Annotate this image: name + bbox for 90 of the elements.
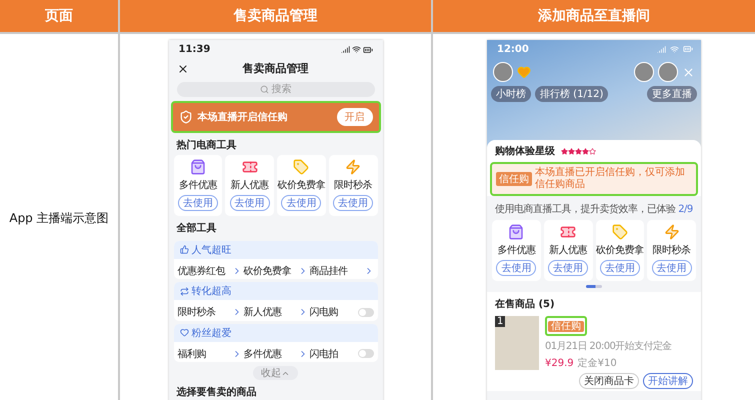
ticket-icon (242, 158, 258, 175)
wifi-icon (352, 44, 360, 54)
tool-label: 多件优惠 (244, 348, 282, 361)
product-index: 1 (495, 316, 506, 327)
use-button[interactable]: 去使用 (178, 194, 218, 211)
avatar (493, 62, 513, 82)
tool-label: 闪电购 (310, 306, 338, 320)
thumbs-up-icon (180, 245, 188, 254)
group-title: 粉丝超爱 (192, 326, 232, 340)
explain-button[interactable]: 开始讲解 (643, 373, 693, 389)
page-dots (586, 285, 602, 288)
tool-card[interactable]: 多件优惠 去使用 (492, 220, 541, 281)
banner-title: 本场直播开启信任购 (198, 110, 288, 124)
close-card-button[interactable]: 关闭商品卡 (579, 373, 639, 389)
schedule-text: 01月21日 20:00开始支付定金 (545, 340, 673, 353)
trust-badge: 信任购 (548, 321, 584, 332)
tool-label: 多件优惠 (497, 244, 536, 257)
tool-card[interactable]: 新人优惠 去使用 (544, 220, 592, 281)
trust-badge: 信任购 (496, 172, 532, 186)
section-title: 全部工具 (176, 222, 218, 236)
tool-label: 限时秒杀 (652, 244, 691, 257)
tool-label: 多件优惠 (178, 178, 217, 192)
column-header: 添加商品至直播间 (433, 0, 755, 32)
toggle-switch[interactable] (358, 349, 374, 358)
section-title: 在售商品 (5) (494, 297, 556, 312)
tools-hint: 使用电商直播工具，提升卖货效率，已体验 2/9 (495, 202, 693, 216)
price: ¥29.9 (545, 358, 574, 368)
wifi-icon (670, 44, 679, 54)
live-chip[interactable]: 排行榜 (1/12) (535, 86, 608, 102)
section-title: 选择要售卖的商品 (176, 385, 258, 400)
heart-icon (180, 328, 188, 338)
tool-card[interactable]: 砍价免费拿 去使用 (596, 220, 644, 281)
use-button[interactable]: 去使用 (652, 260, 692, 276)
shield-icon (178, 110, 192, 124)
tool-label: 新人优惠 (230, 178, 269, 192)
tool-card[interactable]: 砍价免费拿 去使用 (277, 154, 326, 216)
tool-label: 新人优惠 (244, 306, 282, 320)
column-header: 售卖商品管理 (120, 0, 431, 32)
toggle-switch[interactable] (358, 308, 374, 317)
avatar (634, 62, 654, 82)
status-time: 11:39 (178, 44, 210, 55)
column-header: 页面 (0, 0, 118, 32)
enable-button[interactable]: 开启 (336, 108, 372, 126)
screen-title: 售卖商品管理 (242, 61, 310, 76)
search-field[interactable]: 搜索 (176, 82, 374, 97)
tool-label: 砍价免费拿 (596, 244, 644, 257)
deposit: 定金¥10 (578, 356, 617, 370)
more-live-chip[interactable]: 更多直播 (647, 86, 697, 102)
signal-icon (340, 44, 350, 54)
section-title: 热门电商工具 (176, 138, 238, 153)
tool-label: 限时秒杀 (334, 178, 372, 192)
avatar (658, 62, 678, 82)
battery-icon (362, 44, 372, 54)
use-button[interactable]: 去使用 (333, 194, 374, 211)
tool-label: 砍价免费拿 (244, 264, 291, 278)
live-chip[interactable]: 小时榜 (491, 86, 531, 102)
collapse-button[interactable]: 收起 (253, 366, 298, 380)
use-button[interactable]: 去使用 (496, 260, 536, 276)
heart-icon (517, 65, 531, 79)
notice-text: 本场直播已开启信任购，仅可添加信任购商品 (535, 167, 686, 191)
row-label: App 主播端示意图 (9, 210, 109, 226)
tool-label: 限时秒杀 (178, 306, 216, 320)
tool-label: 优惠券红包 (178, 264, 225, 278)
tool-card[interactable]: 限时秒杀 去使用 (328, 154, 378, 216)
tool-label: 福利购 (178, 348, 206, 361)
use-button[interactable]: 去使用 (548, 260, 588, 276)
tool-label: 新人优惠 (549, 244, 588, 257)
tool-label: 砍价免费拿 (278, 178, 326, 192)
tool-card[interactable]: 限时秒杀 去使用 (647, 220, 696, 281)
rating-title: 购物体验星级 (495, 144, 555, 158)
group-title: 转化超高 (192, 284, 232, 298)
group-title: 人气超旺 (192, 244, 232, 257)
use-button[interactable]: 去使用 (281, 194, 322, 211)
lightning-icon (345, 158, 362, 175)
bag-icon (508, 224, 524, 240)
tool-label: 商品挂件 (310, 264, 348, 278)
lightning-icon (664, 224, 680, 240)
bag-icon (190, 158, 206, 175)
status-time: 12:00 (497, 44, 529, 55)
repeat-icon (180, 286, 188, 296)
ticket-icon (560, 224, 576, 240)
use-button[interactable]: 去使用 (600, 260, 640, 276)
battery-icon (683, 44, 693, 54)
use-button[interactable]: 去使用 (230, 194, 270, 211)
signal-icon (657, 44, 666, 54)
tool-card[interactable]: 新人优惠 去使用 (225, 154, 274, 216)
close-icon[interactable] (176, 62, 188, 74)
tool-label: 闪电拍 (310, 348, 338, 361)
search-icon (260, 84, 268, 94)
tool-card[interactable]: 多件优惠 去使用 (174, 154, 222, 216)
